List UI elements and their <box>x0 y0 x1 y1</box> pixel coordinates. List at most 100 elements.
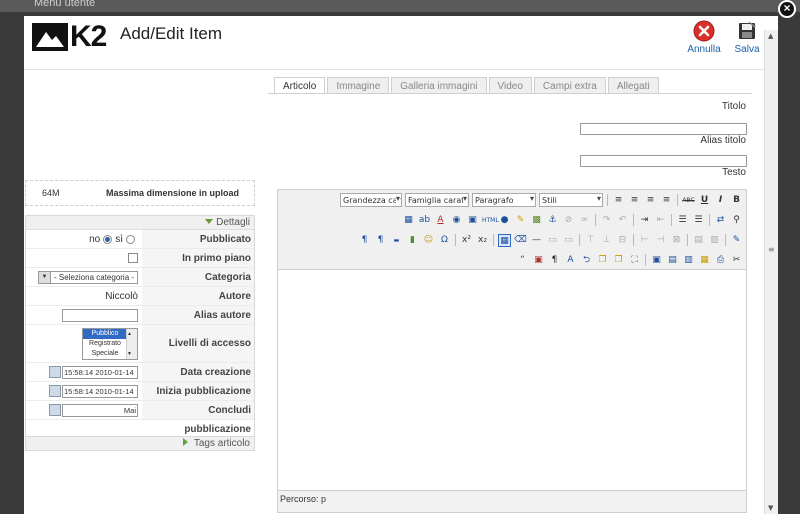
outdent-icon[interactable]: ⇤ <box>654 214 667 227</box>
published-yes-radio[interactable] <box>126 234 135 244</box>
access-level-listbox[interactable]: Pubblico Registrato Speciale ▲ ▼ <box>82 327 138 360</box>
paste-icon[interactable]: ❐ <box>612 254 625 267</box>
help-icon[interactable]: ◉ <box>450 214 463 227</box>
template-icon[interactable]: ▣ <box>650 254 663 267</box>
search-icon[interactable]: ⚲ <box>730 214 743 227</box>
html-source-icon[interactable]: HTML <box>482 214 499 227</box>
tab-galleria-immagini[interactable]: Galleria immagini <box>391 77 487 94</box>
paragraph-ltr-icon[interactable]: ¶ <box>358 234 371 247</box>
calendar-icon[interactable] <box>49 366 61 378</box>
row-properties-icon[interactable]: ▭ <box>546 234 559 247</box>
copy-icon[interactable]: ❐ <box>596 254 609 267</box>
format-select[interactable]: Paragrafo <box>472 193 536 207</box>
subscript-icon[interactable]: x₂ <box>476 234 489 247</box>
close-modal-icon[interactable]: × <box>778 0 796 18</box>
horizontal-rule-icon[interactable]: — <box>530 234 543 247</box>
title-input[interactable] <box>580 123 747 135</box>
bold-icon[interactable]: B <box>730 194 743 207</box>
visual-aid-icon[interactable]: ▦ <box>498 233 511 247</box>
anchor-icon[interactable]: ⚓ <box>546 214 559 227</box>
scroll-grip-icon[interactable]: ≡ <box>768 245 775 254</box>
delete-row-icon[interactable]: ⊟ <box>616 234 629 247</box>
edit-icon[interactable]: ✎ <box>730 234 743 247</box>
split-cells-icon[interactable]: ▤ <box>692 234 705 247</box>
bullet-list-icon[interactable]: ☰ <box>692 214 705 227</box>
indent-icon[interactable]: ⇥ <box>638 214 651 227</box>
save-button[interactable]: Salva <box>727 20 767 55</box>
align-center-icon[interactable]: ≡ <box>628 194 641 207</box>
publish-down-input[interactable]: Mai <box>62 403 138 417</box>
emoticon-icon[interactable]: ☺ <box>422 234 435 247</box>
superscript-icon[interactable]: x² <box>460 234 473 247</box>
underline-icon[interactable]: U <box>698 194 711 207</box>
select-all-icon[interactable]: ▦ <box>698 254 711 267</box>
image-icon[interactable]: ▣ <box>466 214 479 227</box>
insert-row-after-icon[interactable]: ⊥ <box>600 234 613 247</box>
tab-articolo[interactable]: Articolo <box>274 77 326 94</box>
show-blocks-icon[interactable]: ¶ <box>548 254 561 267</box>
created-date-input[interactable]: 15:58:14 2010-01-14 <box>62 365 138 379</box>
media-icon[interactable]: ▬ <box>390 234 403 247</box>
tab-video[interactable]: Video <box>488 77 532 94</box>
insert-row-before-icon[interactable]: ⊤ <box>584 234 597 247</box>
unlink-icon[interactable]: ⊘ <box>562 214 575 227</box>
scroll-down-icon[interactable]: ▼ <box>768 504 773 512</box>
styles-icon[interactable]: A <box>564 254 577 267</box>
layer-icon[interactable]: ⮌ <box>580 254 593 267</box>
align-justify-icon[interactable]: ≡ <box>660 194 673 207</box>
author-value[interactable]: Niccolò <box>105 291 138 302</box>
merge-cells-icon[interactable]: ▥ <box>708 234 721 247</box>
featured-checkbox[interactable] <box>128 253 138 263</box>
remove-format-icon[interactable]: ⌫ <box>514 234 527 247</box>
publish-up-input[interactable]: 15:58:14 2010-01-14 <box>62 384 138 398</box>
calendar-icon[interactable] <box>49 404 61 416</box>
delete-col-icon[interactable]: ⊠ <box>670 234 683 247</box>
author-alias-input[interactable] <box>62 308 138 322</box>
print-icon[interactable]: ⎙ <box>714 254 727 267</box>
find-replace-icon[interactable]: ⇄ <box>714 214 727 227</box>
font-family-select[interactable]: Famiglia caratt. <box>405 193 469 207</box>
font-size-select[interactable]: Grandezza car. <box>340 193 402 207</box>
pdf-icon[interactable]: ▣ <box>532 254 545 267</box>
scroll-up-icon[interactable]: ▲ <box>768 32 773 40</box>
paragraph-rtl-icon[interactable]: ¶ <box>374 234 387 247</box>
special-char-icon[interactable]: Ω <box>438 234 451 247</box>
font-color-icon[interactable]: A <box>434 214 447 227</box>
align-right-icon[interactable]: ≡ <box>644 194 657 207</box>
category-select[interactable]: ▼ - Seleziona categoria - <box>38 270 138 284</box>
cell-properties-icon[interactable]: ▭ <box>562 234 575 247</box>
insert-image-icon[interactable]: ▩ <box>530 214 543 227</box>
listbox-scrollbar[interactable]: ▲ ▼ <box>126 328 137 359</box>
italic-icon[interactable]: I <box>714 194 727 207</box>
cancel-button[interactable]: Annulla <box>684 20 724 55</box>
paste-word-icon[interactable]: ▥ <box>682 254 695 267</box>
insert-col-after-icon[interactable]: ⊣ <box>654 234 667 247</box>
cleanup-icon[interactable]: ✎ <box>514 214 527 227</box>
published-no-radio[interactable] <box>103 234 113 244</box>
save-doc-icon[interactable]: ▮ <box>406 234 419 247</box>
modal-scrollbar[interactable]: ▲ ≡ ▼ <box>764 30 778 514</box>
table-icon[interactable]: ▦ <box>402 214 415 227</box>
fullscreen-icon[interactable]: ⛶ <box>628 254 641 267</box>
styles-select[interactable]: Stili <box>539 193 603 207</box>
calendar-icon[interactable] <box>49 385 61 397</box>
redo-icon[interactable]: ↷ <box>600 214 613 227</box>
cut-icon[interactable]: ✂ <box>730 254 743 267</box>
tab-campi-extra[interactable]: Campi extra <box>533 77 606 94</box>
details-header[interactable]: Dettagli <box>26 216 254 230</box>
insert-col-before-icon[interactable]: ⊢ <box>638 234 651 247</box>
numbered-list-icon[interactable]: ☰ <box>676 214 689 227</box>
alias-input[interactable] <box>580 155 747 167</box>
info-icon[interactable]: ● <box>498 214 511 227</box>
strikethrough-icon[interactable]: ABC <box>682 194 695 207</box>
blockquote-icon[interactable]: “ <box>516 254 529 267</box>
highlight-color-icon[interactable]: ab <box>418 214 431 227</box>
align-left-icon[interactable]: ≡ <box>612 194 625 207</box>
link-icon[interactable]: ∞ <box>578 214 591 227</box>
tab-immagine[interactable]: Immagine <box>327 77 390 94</box>
undo-icon[interactable]: ↶ <box>616 214 629 227</box>
paste-text-icon[interactable]: ▤ <box>666 254 679 267</box>
tags-header[interactable]: Tags articolo <box>25 436 255 451</box>
editor-content-area[interactable] <box>278 271 746 489</box>
tab-allegati[interactable]: Allegati <box>607 77 659 94</box>
